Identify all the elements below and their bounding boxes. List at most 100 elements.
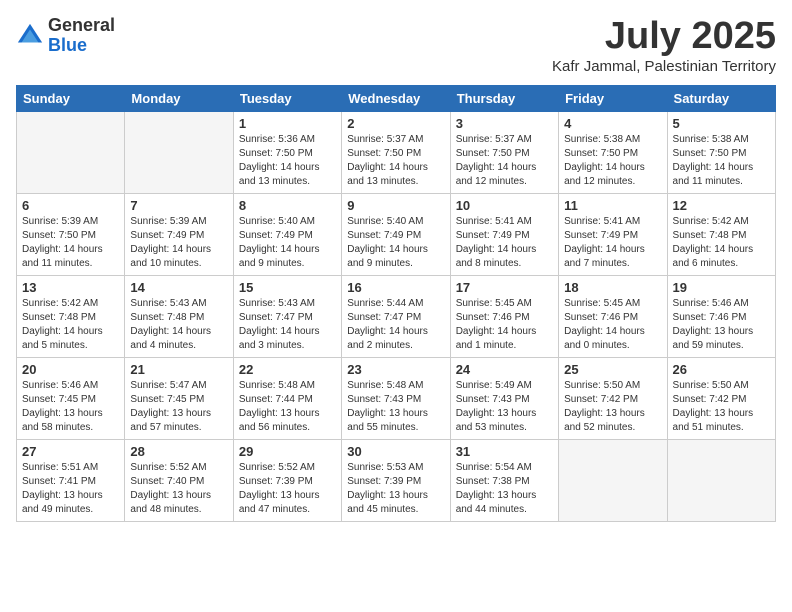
day-info: Sunrise: 5:39 AM Sunset: 7:50 PM Dayligh… xyxy=(22,215,119,271)
month-year-title: July 2025 xyxy=(552,16,776,58)
title-block: July 2025 Kafr Jammal, Palestinian Terri… xyxy=(552,16,776,75)
logo: General Blue xyxy=(16,16,115,56)
day-number: 26 xyxy=(673,362,770,377)
day-info: Sunrise: 5:39 AM Sunset: 7:49 PM Dayligh… xyxy=(130,215,227,271)
day-number: 14 xyxy=(130,280,227,295)
day-info: Sunrise: 5:38 AM Sunset: 7:50 PM Dayligh… xyxy=(564,133,661,189)
day-info: Sunrise: 5:51 AM Sunset: 7:41 PM Dayligh… xyxy=(22,461,119,517)
day-number: 1 xyxy=(239,116,336,131)
day-info: Sunrise: 5:37 AM Sunset: 7:50 PM Dayligh… xyxy=(347,133,444,189)
day-info: Sunrise: 5:36 AM Sunset: 7:50 PM Dayligh… xyxy=(239,133,336,189)
day-number: 28 xyxy=(130,444,227,459)
calendar-cell: 1 Sunrise: 5:36 AM Sunset: 7:50 PM Daylig… xyxy=(233,111,341,193)
calendar-cell: 8Sunrise: 5:40 AM Sunset: 7:49 PM Daylig… xyxy=(233,193,341,275)
calendar-cell: 28 Sunrise: 5:52 AM Sunset: 7:40 PM Dayli… xyxy=(125,439,233,521)
calendar-cell: 26Sunrise: 5:50 AM Sunset: 7:42 PM Dayli… xyxy=(667,357,775,439)
day-number: 29 xyxy=(239,444,336,459)
day-info: Sunrise: 5:53 AM Sunset: 7:39 PM Dayligh… xyxy=(347,461,444,517)
calendar-cell: 12 Sunrise: 5:42 AM Sunset: 7:48 PM Dayli… xyxy=(667,193,775,275)
calendar-week-row: 6 Sunrise: 5:39 AM Sunset: 7:50 PM Daylig… xyxy=(17,193,776,275)
day-info: Sunrise: 5:42 AM Sunset: 7:48 PM Dayligh… xyxy=(673,215,770,271)
day-number: 18 xyxy=(564,280,661,295)
calendar-cell: 24Sunrise: 5:49 AM Sunset: 7:43 PM Dayli… xyxy=(450,357,558,439)
day-info: Sunrise: 5:40 AM Sunset: 7:49 PM Dayligh… xyxy=(347,215,444,271)
day-info: Sunrise: 5:50 AM Sunset: 7:42 PM Dayligh… xyxy=(564,379,661,435)
day-info: Sunrise: 5:45 AM Sunset: 7:46 PM Dayligh… xyxy=(564,297,661,353)
calendar-cell: 2 Sunrise: 5:37 AM Sunset: 7:50 PM Daylig… xyxy=(342,111,450,193)
day-number: 30 xyxy=(347,444,444,459)
calendar-cell: 17 Sunrise: 5:45 AM Sunset: 7:46 PM Dayli… xyxy=(450,275,558,357)
day-info: Sunrise: 5:52 AM Sunset: 7:40 PM Dayligh… xyxy=(130,461,227,517)
calendar-cell: 13 Sunrise: 5:42 AM Sunset: 7:48 PM Dayli… xyxy=(17,275,125,357)
day-number: 16 xyxy=(347,280,444,295)
day-number: 20 xyxy=(22,362,119,377)
day-number: 24 xyxy=(456,362,553,377)
calendar-cell: 20Sunrise: 5:46 AM Sunset: 7:45 PM Dayli… xyxy=(17,357,125,439)
calendar-cell: 25Sunrise: 5:50 AM Sunset: 7:42 PM Dayli… xyxy=(559,357,667,439)
day-number: 23 xyxy=(347,362,444,377)
page-header: General Blue July 2025 Kafr Jammal, Pale… xyxy=(16,16,776,75)
calendar-cell: 16 Sunrise: 5:44 AM Sunset: 7:47 PM Dayli… xyxy=(342,275,450,357)
column-header-monday: Monday xyxy=(125,85,233,111)
logo-text: General Blue xyxy=(48,16,115,56)
day-info: Sunrise: 5:43 AM Sunset: 7:47 PM Dayligh… xyxy=(239,297,336,353)
day-info: Sunrise: 5:41 AM Sunset: 7:49 PM Dayligh… xyxy=(456,215,553,271)
logo-blue: Blue xyxy=(48,35,87,55)
calendar-cell: 18 Sunrise: 5:45 AM Sunset: 7:46 PM Dayli… xyxy=(559,275,667,357)
day-number: 27 xyxy=(22,444,119,459)
day-number: 17 xyxy=(456,280,553,295)
calendar-cell xyxy=(125,111,233,193)
calendar-cell: 11Sunrise: 5:41 AM Sunset: 7:49 PM Dayli… xyxy=(559,193,667,275)
calendar-cell: 29 Sunrise: 5:52 AM Sunset: 7:39 PM Dayli… xyxy=(233,439,341,521)
day-info: Sunrise: 5:44 AM Sunset: 7:47 PM Dayligh… xyxy=(347,297,444,353)
day-number: 11 xyxy=(564,198,661,213)
calendar-cell: 19Sunrise: 5:46 AM Sunset: 7:46 PM Dayli… xyxy=(667,275,775,357)
calendar-week-row: 27 Sunrise: 5:51 AM Sunset: 7:41 PM Dayli… xyxy=(17,439,776,521)
day-number: 10 xyxy=(456,198,553,213)
day-number: 6 xyxy=(22,198,119,213)
column-header-wednesday: Wednesday xyxy=(342,85,450,111)
calendar-cell: 6 Sunrise: 5:39 AM Sunset: 7:50 PM Daylig… xyxy=(17,193,125,275)
calendar-cell: 30 Sunrise: 5:53 AM Sunset: 7:39 PM Dayli… xyxy=(342,439,450,521)
day-info: Sunrise: 5:38 AM Sunset: 7:50 PM Dayligh… xyxy=(673,133,770,189)
calendar-week-row: 20Sunrise: 5:46 AM Sunset: 7:45 PM Dayli… xyxy=(17,357,776,439)
day-number: 2 xyxy=(347,116,444,131)
logo-general: General xyxy=(48,15,115,35)
calendar-cell: 3Sunrise: 5:37 AM Sunset: 7:50 PM Daylig… xyxy=(450,111,558,193)
column-header-sunday: Sunday xyxy=(17,85,125,111)
day-number: 15 xyxy=(239,280,336,295)
day-info: Sunrise: 5:45 AM Sunset: 7:46 PM Dayligh… xyxy=(456,297,553,353)
calendar-header-row: SundayMondayTuesdayWednesdayThursdayFrid… xyxy=(17,85,776,111)
calendar-week-row: 13 Sunrise: 5:42 AM Sunset: 7:48 PM Dayli… xyxy=(17,275,776,357)
day-info: Sunrise: 5:52 AM Sunset: 7:39 PM Dayligh… xyxy=(239,461,336,517)
day-number: 9 xyxy=(347,198,444,213)
day-number: 12 xyxy=(673,198,770,213)
calendar-cell: 31Sunrise: 5:54 AM Sunset: 7:38 PM Dayli… xyxy=(450,439,558,521)
calendar-cell: 14Sunrise: 5:43 AM Sunset: 7:48 PM Dayli… xyxy=(125,275,233,357)
calendar-week-row: 1 Sunrise: 5:36 AM Sunset: 7:50 PM Daylig… xyxy=(17,111,776,193)
calendar-cell: 21 Sunrise: 5:47 AM Sunset: 7:45 PM Dayli… xyxy=(125,357,233,439)
calendar-cell xyxy=(559,439,667,521)
calendar-cell: 9 Sunrise: 5:40 AM Sunset: 7:49 PM Daylig… xyxy=(342,193,450,275)
day-number: 7 xyxy=(130,198,227,213)
column-header-saturday: Saturday xyxy=(667,85,775,111)
column-header-thursday: Thursday xyxy=(450,85,558,111)
column-header-friday: Friday xyxy=(559,85,667,111)
day-number: 13 xyxy=(22,280,119,295)
day-info: Sunrise: 5:47 AM Sunset: 7:45 PM Dayligh… xyxy=(130,379,227,435)
day-number: 3 xyxy=(456,116,553,131)
day-number: 22 xyxy=(239,362,336,377)
day-number: 21 xyxy=(130,362,227,377)
calendar-cell: 4Sunrise: 5:38 AM Sunset: 7:50 PM Daylig… xyxy=(559,111,667,193)
day-number: 19 xyxy=(673,280,770,295)
column-header-tuesday: Tuesday xyxy=(233,85,341,111)
calendar-cell xyxy=(667,439,775,521)
calendar-cell: 10 Sunrise: 5:41 AM Sunset: 7:49 PM Dayli… xyxy=(450,193,558,275)
calendar-cell xyxy=(17,111,125,193)
day-number: 31 xyxy=(456,444,553,459)
day-info: Sunrise: 5:42 AM Sunset: 7:48 PM Dayligh… xyxy=(22,297,119,353)
day-number: 8 xyxy=(239,198,336,213)
calendar-cell: 23Sunrise: 5:48 AM Sunset: 7:43 PM Dayli… xyxy=(342,357,450,439)
logo-icon xyxy=(16,22,44,50)
location-subtitle: Kafr Jammal, Palestinian Territory xyxy=(552,58,776,75)
